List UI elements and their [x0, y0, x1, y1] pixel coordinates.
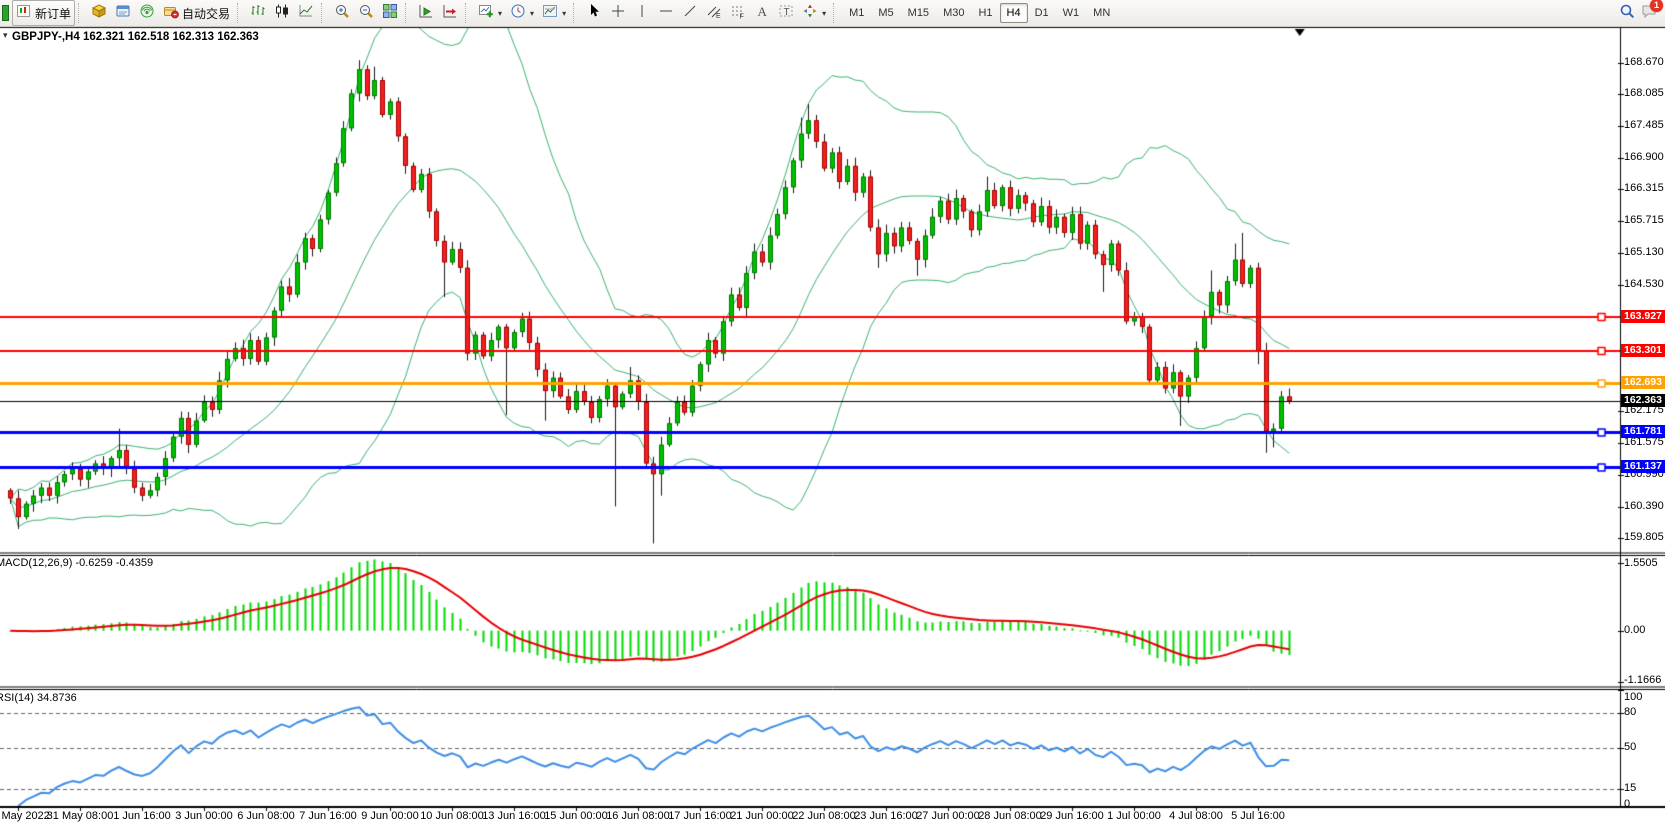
timeframe-m1-button[interactable]: M1 [842, 3, 871, 23]
toolbar-tile-windows-button[interactable] [378, 0, 402, 26]
timeframe-d1-button[interactable]: D1 [1028, 3, 1056, 23]
toolbar-separator [237, 3, 243, 23]
timeframe-w1-button[interactable]: W1 [1056, 3, 1087, 23]
zoom-in-icon [334, 3, 350, 24]
svg-text:T: T [784, 7, 790, 18]
navigator-icon [139, 3, 155, 24]
toolbar-right-cluster: 1 [1619, 3, 1663, 24]
toolbar-text-label-button[interactable]: T [774, 0, 798, 26]
toolbar-arrows-button[interactable]: ▾ [798, 0, 830, 26]
timeframe-h4-button[interactable]: H4 [1000, 3, 1028, 23]
toolbar-vline-button[interactable] [630, 0, 654, 26]
trading-terminal-window: 新订单自动交易▾▾▾EFAT▾M1M5M15M30H1H4D1W1MN1 ▾ G… [0, 0, 1665, 826]
price-axis[interactable] [1621, 28, 1665, 806]
hline-icon [658, 3, 674, 24]
bars-icon [250, 3, 266, 24]
zoom-out-icon [358, 3, 374, 24]
toolbar-data-window-button[interactable] [111, 0, 135, 26]
autoscroll-icon [418, 3, 434, 24]
toolbar-channel-button[interactable]: E [702, 0, 726, 26]
fibo-icon: F [730, 3, 746, 24]
toolbar-auto-scroll-button[interactable] [414, 0, 438, 26]
toolbar-bar-chart-mode-button[interactable] [246, 0, 270, 26]
tiles-icon [382, 3, 398, 24]
toolbar-separator [573, 3, 579, 23]
toolbar-trendline-button[interactable] [678, 0, 702, 26]
toolbar-zoom-in-button[interactable] [330, 0, 354, 26]
candles-icon [274, 3, 290, 24]
gold-cube-icon [91, 3, 107, 24]
new-order-icon [16, 3, 32, 24]
toolbar-templates-button[interactable]: ▾ [538, 0, 570, 26]
toolbar-separator [405, 3, 411, 23]
toolbar-fibonacci-button[interactable]: F [726, 0, 750, 26]
crosshair-icon [610, 3, 626, 24]
dropdown-caret-icon[interactable]: ▾ [562, 9, 566, 18]
toolbar-text-button[interactable]: A [750, 0, 774, 26]
cursor-icon [586, 3, 602, 24]
toolbar-market-watch-button[interactable] [87, 0, 111, 26]
svg-text:F: F [740, 13, 744, 19]
channel-icon: E [706, 3, 722, 24]
toolbar-separator [78, 3, 84, 23]
toolbar-hline-button[interactable] [654, 0, 678, 26]
shift-icon [442, 3, 458, 24]
chart-canvas[interactable] [0, 0, 1665, 826]
dropdown-caret-icon[interactable]: ▾ [530, 9, 534, 18]
notification-badge: 1 [1650, 0, 1663, 12]
autotrade-icon [163, 3, 179, 24]
clock-icon [510, 3, 526, 24]
notifications-icon[interactable]: 1 [1641, 3, 1657, 24]
timeframe-m15-button[interactable]: M15 [901, 3, 936, 23]
toolbar-auto-trading-button[interactable]: 自动交易 [159, 0, 234, 26]
toolbar-separator [321, 3, 327, 23]
toolbar-auto-trading-label: 自动交易 [182, 5, 230, 22]
toolbar-crosshair-button[interactable] [606, 0, 630, 26]
template-icon [542, 3, 558, 24]
toolbar-navigator-button[interactable] [135, 0, 159, 26]
timeframe-h1-button[interactable]: H1 [971, 3, 999, 23]
trendline-icon [682, 3, 698, 24]
chart-plus-icon [478, 3, 494, 24]
toolbar-periods-button[interactable]: ▾ [506, 0, 538, 26]
arrows-icon [802, 3, 818, 24]
toolbar-cursor-button[interactable] [582, 0, 606, 26]
cropped-icon [2, 5, 9, 21]
time-axis[interactable] [0, 807, 1620, 826]
toolbar-new-order-label: 新订单 [35, 5, 71, 22]
data-window-icon [115, 3, 131, 24]
toolbar-separator [833, 3, 839, 23]
main-toolbar: 新订单 自动交易 ▾ ▾ ▾ E F A T ▾ M1M5M15M30H1H4D1W1MN 1 [0, 0, 1665, 27]
toolbar-separator [465, 3, 471, 23]
textA-icon: A [754, 3, 770, 24]
toolbar-new-order-button[interactable]: 新订单 [12, 0, 75, 26]
toolbar-zoom-out-button[interactable] [354, 0, 378, 26]
line-icon [298, 3, 314, 24]
textT-icon: T [778, 3, 794, 24]
dropdown-caret-icon[interactable]: ▾ [498, 9, 502, 18]
timeframe-m30-button[interactable]: M30 [936, 3, 971, 23]
toolbar-candle-chart-mode-button[interactable] [270, 0, 294, 26]
svg-text:A: A [758, 4, 768, 19]
timeframe-mn-button[interactable]: MN [1086, 3, 1117, 23]
dropdown-caret-icon[interactable]: ▾ [822, 9, 826, 18]
toolbar-line-chart-mode-button[interactable] [294, 0, 318, 26]
svg-text:E: E [716, 13, 721, 19]
toolbar-chart-shift-button[interactable] [438, 0, 462, 26]
vline-icon [634, 3, 650, 24]
timeframe-m5-button[interactable]: M5 [871, 3, 900, 23]
toolbar-new-chart-button[interactable]: ▾ [474, 0, 506, 26]
search-icon[interactable] [1619, 3, 1635, 24]
